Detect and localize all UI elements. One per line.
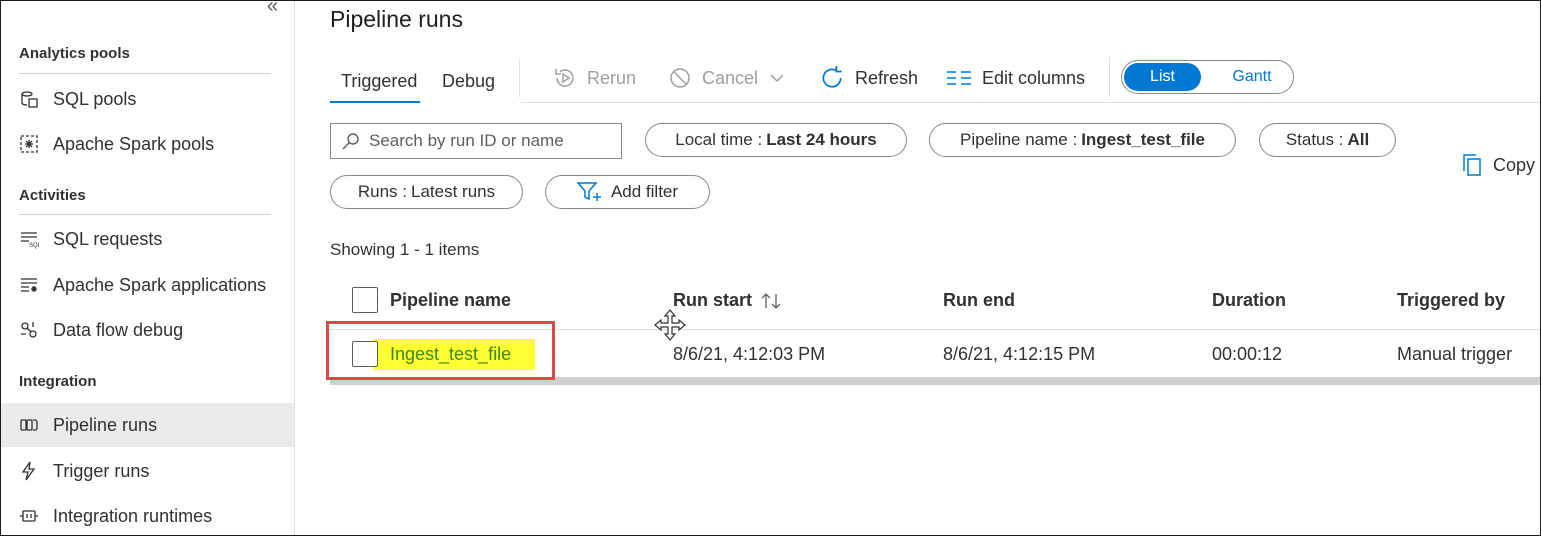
data-flow-debug-icon — [17, 319, 41, 341]
trigger-runs-icon — [17, 460, 41, 482]
filter-key: Local time : — [675, 130, 763, 149]
edit-columns-icon — [947, 71, 971, 85]
items-count: Showing 1 - 1 items — [330, 240, 480, 259]
sidebar-item-apache-spark-pools[interactable]: Apache Spark pools — [1, 122, 294, 166]
run-end-cell: 8/6/21, 4:12:15 PM — [943, 344, 1096, 364]
sidebar-item-label: Pipeline runs — [53, 414, 158, 435]
app-frame: « Analytics pools SQL pools Apache Spark… — [0, 0, 1541, 536]
page-title: Pipeline runs — [330, 6, 463, 32]
sort-icon — [761, 292, 781, 309]
sidebar-item-sql-requests[interactable]: SQL SQL requests — [1, 217, 294, 261]
refresh-button[interactable]: Refresh — [819, 65, 918, 91]
refresh-label: Refresh — [855, 67, 919, 88]
sql-pool-icon — [17, 88, 41, 110]
sidebar-item-label: Apache Spark pools — [53, 133, 215, 154]
filter-value: Last 24 hours — [766, 130, 877, 149]
sidebar-item-data-flow-debug[interactable]: Data flow debug — [1, 308, 294, 352]
search-input[interactable]: Search by run ID or name — [330, 123, 622, 159]
edit-columns-button[interactable]: Edit columns — [946, 65, 1085, 91]
section-divider — [19, 214, 271, 215]
column-header-triggered-by[interactable]: Triggered by — [1397, 290, 1505, 311]
sidebar-item-label: Data flow debug — [53, 319, 184, 340]
column-header-pipeline-name[interactable]: Pipeline name — [390, 290, 511, 311]
sidebar-item-label: SQL requests — [53, 228, 163, 249]
filter-key: Status : — [1285, 130, 1344, 149]
cancel-icon — [670, 68, 690, 88]
list-view-button[interactable]: List — [1124, 63, 1201, 91]
chevron-down-icon — [770, 74, 784, 83]
sidebar: « Analytics pools SQL pools Apache Spark… — [1, 1, 295, 535]
sidebar-item-label: Trigger runs — [53, 460, 150, 481]
column-header-run-start[interactable]: Run start — [673, 290, 782, 311]
column-header-duration[interactable]: Duration — [1212, 290, 1286, 311]
section-title-activities: Activities — [19, 187, 86, 204]
search-icon — [342, 133, 359, 150]
column-header-run-end[interactable]: Run end — [943, 290, 1015, 311]
rerun-icon — [555, 69, 574, 87]
select-all-checkbox[interactable] — [352, 287, 378, 313]
duration-cell: 00:00:12 — [1212, 344, 1283, 364]
sidebar-item-sql-pools[interactable]: SQL pools — [1, 77, 294, 121]
tab-debug[interactable]: Debug — [442, 71, 495, 92]
filter-value: Ingest_test_file — [1081, 130, 1205, 149]
run-start-cell: 8/6/21, 4:12:03 PM — [673, 344, 826, 364]
sidebar-item-pipeline-runs[interactable]: Pipeline runs — [1, 403, 294, 447]
collapse-sidebar-icon[interactable]: « — [267, 1, 278, 18]
sidebar-item-integration-runtimes[interactable]: Integration runtimes — [1, 494, 294, 535]
edit-columns-label: Edit columns — [982, 67, 1086, 88]
refresh-icon — [822, 66, 842, 88]
spark-applications-icon — [17, 274, 41, 296]
cancel-button[interactable]: Cancel — [668, 65, 796, 91]
sidebar-item-label: Apache Spark applications — [53, 274, 267, 295]
rerun-button[interactable]: Rerun — [553, 65, 636, 91]
integration-runtimes-icon — [17, 505, 41, 527]
add-filter-label: Add filter — [610, 182, 679, 201]
triggered-by-cell: Manual trigger — [1397, 344, 1513, 364]
sidebar-item-label: SQL pools — [53, 88, 137, 109]
svg-text:SQL: SQL — [29, 243, 39, 249]
selected-tab-indicator — [330, 101, 420, 103]
rerun-label: Rerun — [587, 67, 637, 88]
copy-icon — [1463, 154, 1481, 176]
tab-triggered[interactable]: Triggered — [341, 71, 417, 92]
section-title-analytics-pools: Analytics pools — [19, 45, 130, 62]
filter-value: All — [1347, 130, 1370, 149]
filter-key: Runs : — [357, 182, 408, 201]
cancel-label: Cancel — [702, 67, 759, 88]
section-divider — [19, 73, 271, 74]
sidebar-item-apache-spark-applications[interactable]: Apache Spark applications — [1, 263, 294, 307]
sidebar-item-trigger-runs[interactable]: Trigger runs — [1, 449, 294, 493]
sidebar-item-label: Integration runtimes — [53, 505, 213, 526]
sql-requests-icon: SQL — [17, 228, 41, 250]
spark-pool-icon — [17, 133, 41, 155]
filter-key: Pipeline name : — [960, 130, 1078, 149]
toolbar-divider — [519, 59, 520, 97]
annotation-box — [326, 321, 555, 380]
section-title-integration: Integration — [19, 373, 97, 390]
filter-status[interactable]: Status : All — [1259, 123, 1396, 157]
view-toggle: List Gantt — [1121, 60, 1294, 94]
toolbar-bottom-border — [521, 102, 1540, 103]
add-filter-button[interactable]: Add filter — [545, 175, 710, 209]
copy-label: Copy — [1493, 154, 1536, 175]
pipeline-runs-icon — [17, 414, 41, 436]
copy-button[interactable]: Copy — [1461, 153, 1535, 177]
filter-pipeline-name[interactable]: Pipeline name : Ingest_test_file — [929, 123, 1236, 157]
filter-runs[interactable]: Runs : Latest runs — [330, 175, 523, 209]
gantt-view-button[interactable]: Gantt — [1212, 63, 1292, 91]
add-filter-icon — [576, 182, 601, 201]
move-cursor-icon — [654, 309, 686, 341]
filter-local-time[interactable]: Local time : Last 24 hours — [645, 123, 907, 157]
search-placeholder: Search by run ID or name — [369, 131, 564, 150]
filter-value: Latest runs — [411, 182, 496, 201]
toolbar-divider — [1109, 57, 1110, 97]
